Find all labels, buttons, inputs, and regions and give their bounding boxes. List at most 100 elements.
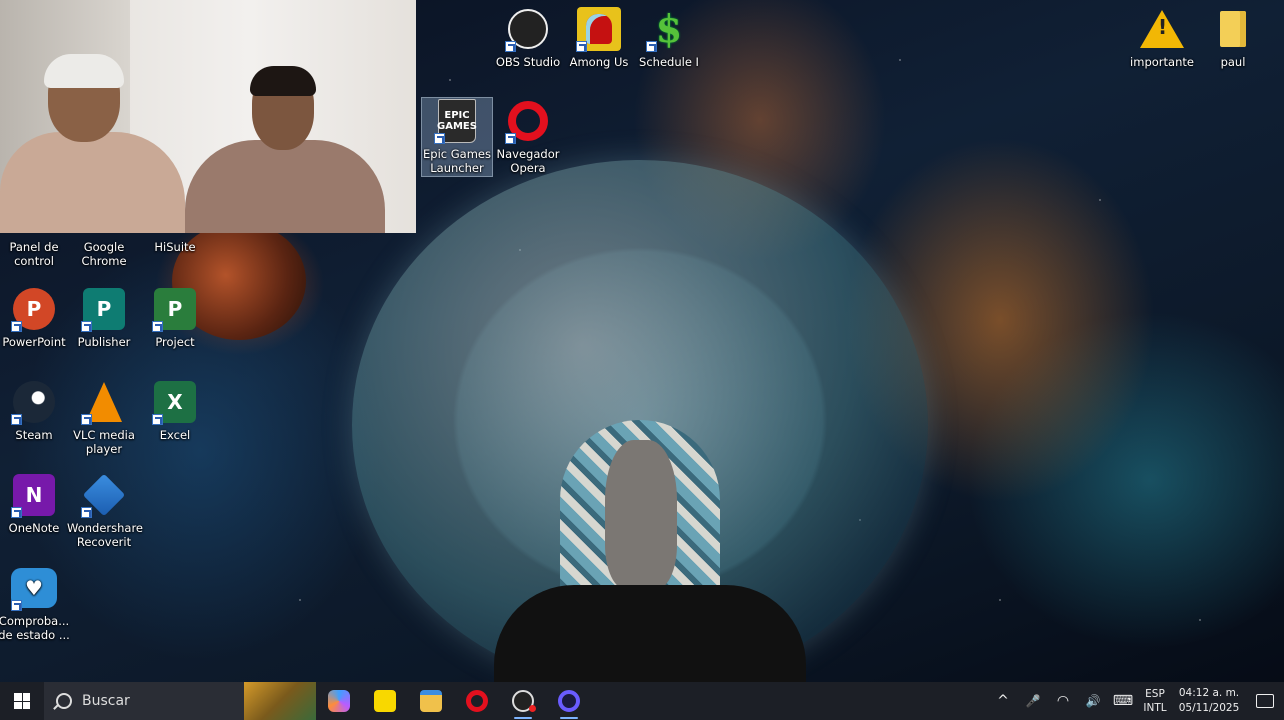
desktop-icon-label: Steam <box>15 428 53 442</box>
desktop-icon-label: Epic Games Launcher <box>423 147 491 175</box>
clock-time: 04:12 a. m. <box>1178 687 1240 699</box>
tray-microphone[interactable]: 🎤 <box>1018 682 1048 720</box>
desktop-icon-paul[interactable]: paul <box>1196 6 1270 69</box>
clock-date: 05/11/2025 <box>1178 702 1240 714</box>
sticky-notes-icon <box>374 690 396 712</box>
desktop-icon-label: Google Chrome <box>81 240 127 268</box>
desktop-icon-epic-games[interactable]: EPIC GAMES Epic Games Launcher <box>421 97 493 177</box>
search-highlight-image[interactable] <box>244 682 316 720</box>
language-code: ESP <box>1145 688 1165 700</box>
app-circle-icon <box>558 690 580 712</box>
system-tray: ^ 🎤 ◠ 🔊 ⌨ ESP INTL 04:12 a. m. 05/11/202… <box>988 682 1284 720</box>
taskbar-app-quest[interactable] <box>546 682 592 720</box>
chevron-up-icon: ^ <box>997 693 1009 709</box>
opera-icon <box>466 690 488 712</box>
desktop-icon-label: Project <box>155 335 195 349</box>
webcam-overlay <box>0 0 416 233</box>
shortcut-arrow-icon <box>81 321 92 332</box>
recording-dot-icon <box>529 705 536 712</box>
desktop-icon-hisuite[interactable]: HiSuite <box>138 240 212 254</box>
desktop-icon-label: PowerPoint <box>2 335 66 349</box>
search-placeholder: Buscar <box>82 693 130 709</box>
shortcut-arrow-icon <box>11 414 22 425</box>
copilot-icon <box>328 690 350 712</box>
desktop-icon-label: Publisher <box>77 335 131 349</box>
desktop-icon-label: HiSuite <box>154 240 196 254</box>
desktop-icon-onenote[interactable]: N OneNote <box>0 472 71 535</box>
desktop-icon-opera[interactable]: Navegador Opera <box>491 98 565 175</box>
warning-icon <box>1140 10 1184 48</box>
tray-keyboard[interactable]: ⌨ <box>1108 682 1138 720</box>
desktop-icon-excel[interactable]: X Excel <box>138 379 212 442</box>
shortcut-arrow-icon <box>152 414 163 425</box>
desktop-icon-obs-studio[interactable]: OBS Studio <box>491 6 565 69</box>
desktop-icon-comprobacion-estado[interactable]: ♥ Comproba... de estado ... <box>0 565 71 642</box>
taskbar-app-file-explorer[interactable] <box>408 682 454 720</box>
desktop-icon-project[interactable]: P Project <box>138 286 212 349</box>
desktop-icon-label: Schedule I <box>639 55 699 69</box>
folder-icon <box>420 690 442 712</box>
taskbar-app-copilot[interactable] <box>316 682 362 720</box>
taskbar-app-opera[interactable] <box>454 682 500 720</box>
desktop-icon-schedule[interactable]: $ Schedule I <box>632 6 706 70</box>
desktop-icon-vlc[interactable]: VLC media player <box>67 379 141 456</box>
desktop-icon-publisher[interactable]: P Publisher <box>67 286 141 349</box>
language-indicator[interactable]: ESP INTL <box>1138 687 1172 715</box>
webcam-person-2-body <box>185 140 385 233</box>
desktop-icon-label: Wondershare Recoverit <box>67 521 144 549</box>
webcam-person-1-body <box>0 132 185 233</box>
desktop-icon-label: Navegador Opera <box>496 147 560 175</box>
desktop-icon-panel-de-control[interactable]: Panel de control <box>0 240 71 268</box>
shortcut-arrow-icon <box>646 41 657 52</box>
clock[interactable]: 04:12 a. m. 05/11/2025 <box>1172 686 1246 716</box>
keyboard-icon: ⌨ <box>1112 693 1134 709</box>
shortcut-arrow-icon <box>576 41 587 52</box>
volume-icon: 🔊 <box>1085 694 1101 708</box>
tray-overflow-button[interactable]: ^ <box>988 682 1018 720</box>
webcam-person-1-cap <box>44 54 124 88</box>
schedule-icon: $ <box>655 6 683 51</box>
shortcut-arrow-icon <box>505 133 516 144</box>
folder-icon <box>1220 11 1246 47</box>
desktop-icon-label: importante <box>1130 55 1194 69</box>
desktop-icon-label: VLC media player <box>73 428 135 456</box>
desktop-icon-importante[interactable]: importante <box>1125 6 1199 69</box>
notifications-button[interactable] <box>1246 694 1284 708</box>
keyboard-layout: INTL <box>1143 702 1167 714</box>
taskbar: Buscar ^ 🎤 ◠ 🔊 ⌨ ESP INTL 04:12 a. m. 05… <box>0 682 1284 720</box>
desktop-icon-powerpoint[interactable]: P PowerPoint <box>0 286 71 349</box>
desktop-icon-label: OneNote <box>8 521 60 535</box>
tray-volume[interactable]: 🔊 <box>1078 682 1108 720</box>
desktop-icon-steam[interactable]: Steam <box>0 379 71 442</box>
wifi-icon: ◠ <box>1056 693 1070 709</box>
tray-network[interactable]: ◠ <box>1048 682 1078 720</box>
desktop-icon-label: Comproba... de estado ... <box>0 614 70 642</box>
microphone-icon: 🎤 <box>1025 694 1041 708</box>
taskbar-app-sticky-notes[interactable] <box>362 682 408 720</box>
desktop-icon-google-chrome[interactable]: Google Chrome <box>67 240 141 268</box>
desktop-icon-label: paul <box>1220 55 1246 69</box>
wallpaper-figure-body <box>494 585 806 682</box>
shortcut-arrow-icon <box>434 133 445 144</box>
notification-icon <box>1256 694 1274 708</box>
search-box[interactable]: Buscar <box>44 682 244 720</box>
taskbar-app-obs[interactable] <box>500 682 546 720</box>
shortcut-arrow-icon <box>81 414 92 425</box>
shortcut-arrow-icon <box>152 321 163 332</box>
shortcut-arrow-icon <box>11 321 22 332</box>
wallpaper-figure-face <box>605 440 677 590</box>
webcam-person-2-hair <box>250 66 316 96</box>
desktop-icon-label: Panel de control <box>9 240 59 268</box>
shortcut-arrow-icon <box>11 600 22 611</box>
shortcut-arrow-icon <box>505 41 516 52</box>
start-button[interactable] <box>0 682 44 720</box>
desktop-icon-label: Among Us <box>569 55 629 69</box>
windows-icon <box>14 693 30 709</box>
desktop-icon-label: OBS Studio <box>495 55 561 69</box>
desktop-icon-wondershare[interactable]: Wondershare Recoverit <box>67 472 144 549</box>
desktop-icon-among-us[interactable]: Among Us <box>562 6 636 69</box>
shortcut-arrow-icon <box>11 507 22 518</box>
desktop-icon-label: Excel <box>159 428 191 442</box>
shortcut-arrow-icon <box>81 507 92 518</box>
search-icon <box>56 693 72 709</box>
